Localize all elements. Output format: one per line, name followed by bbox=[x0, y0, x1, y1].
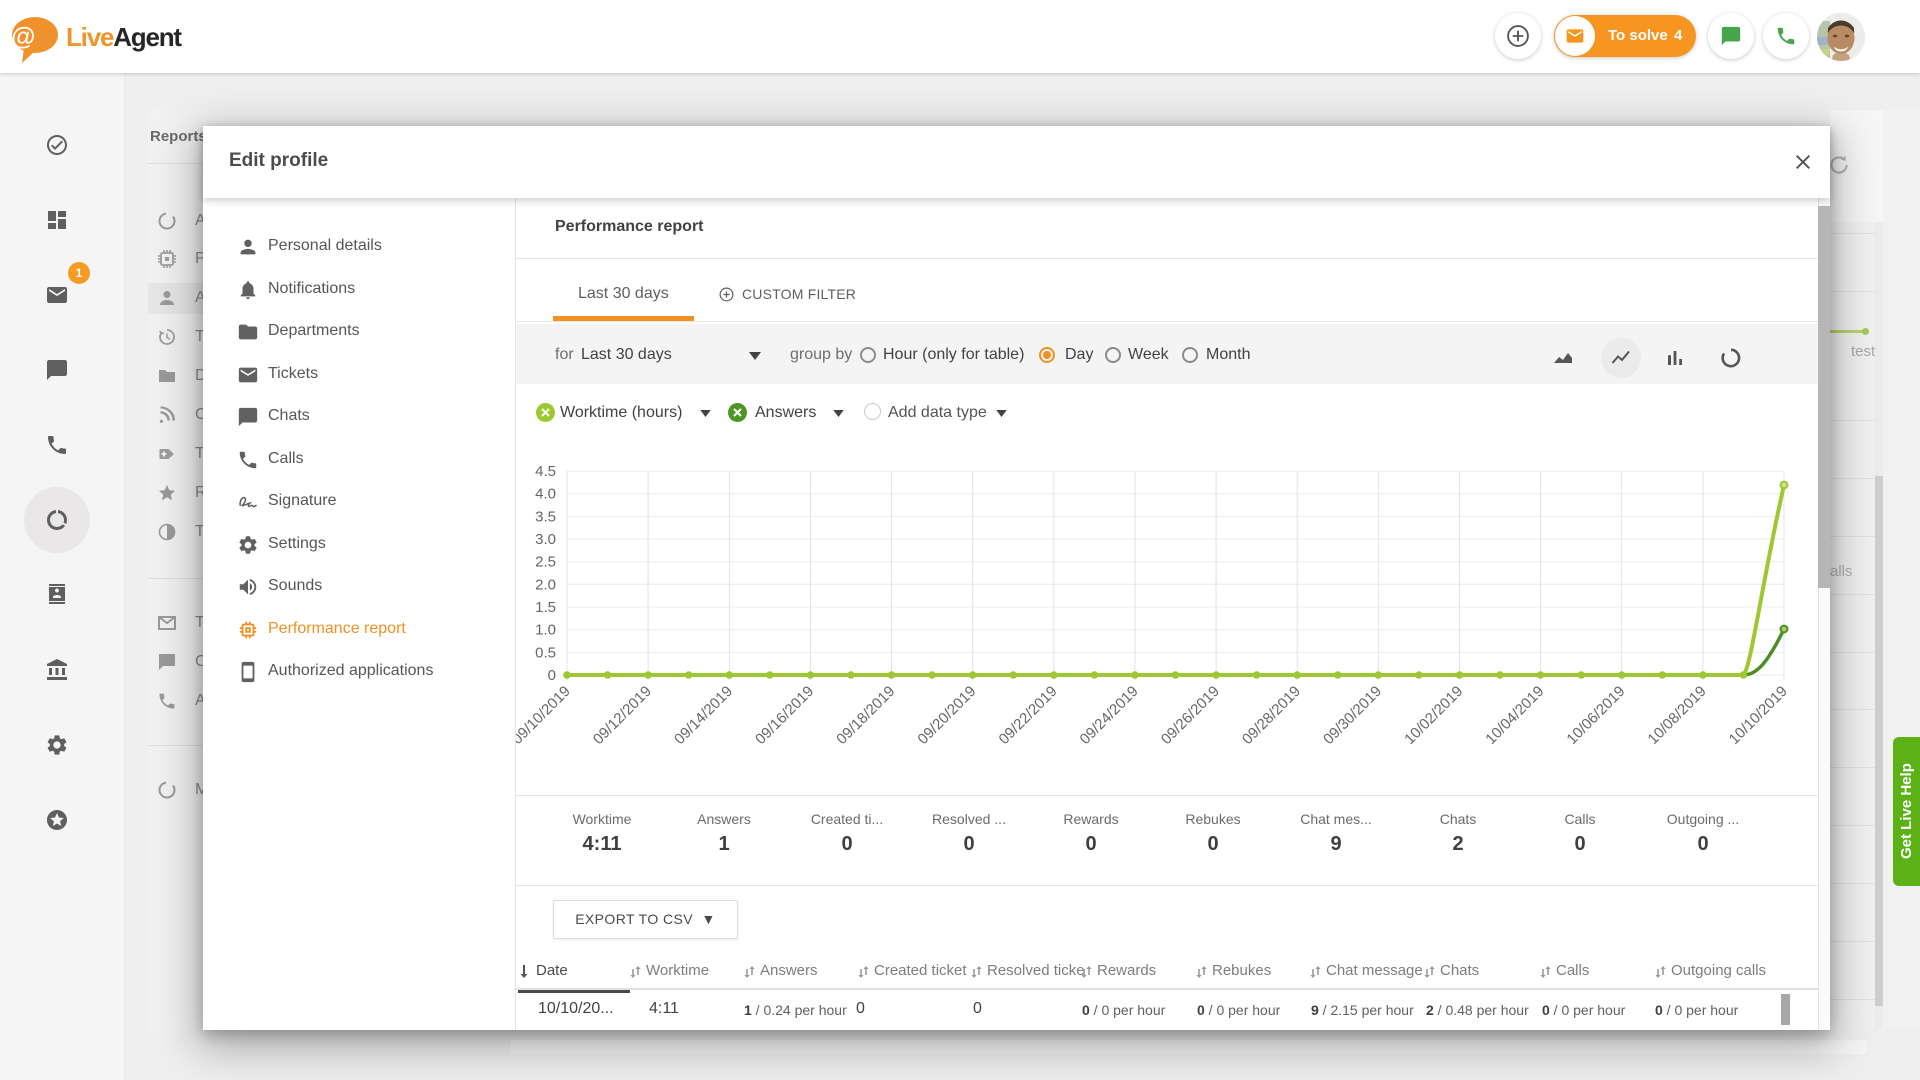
svg-text:09/16/2019: 09/16/2019 bbox=[752, 683, 817, 748]
svg-text:09/12/2019: 09/12/2019 bbox=[590, 683, 655, 748]
svg-text:3.0: 3.0 bbox=[535, 531, 556, 548]
svg-text:@: @ bbox=[11, 23, 35, 51]
svg-text:10/02/2019: 10/02/2019 bbox=[1401, 683, 1466, 748]
svg-text:09/28/2019: 09/28/2019 bbox=[1239, 683, 1304, 748]
svg-text:09/26/2019: 09/26/2019 bbox=[1158, 683, 1223, 748]
svg-text:1.5: 1.5 bbox=[535, 599, 556, 616]
svg-text:10/10/2019: 10/10/2019 bbox=[1726, 683, 1791, 748]
svg-text:4.0: 4.0 bbox=[535, 486, 556, 503]
svg-text:09/30/2019: 09/30/2019 bbox=[1320, 683, 1385, 748]
svg-text:10/06/2019: 10/06/2019 bbox=[1563, 683, 1628, 748]
svg-text:10/08/2019: 10/08/2019 bbox=[1645, 683, 1710, 748]
svg-text:09/24/2019: 09/24/2019 bbox=[1077, 683, 1142, 748]
svg-text:0.5: 0.5 bbox=[535, 644, 556, 661]
svg-text:09/22/2019: 09/22/2019 bbox=[996, 683, 1061, 748]
svg-text:4.5: 4.5 bbox=[535, 463, 556, 480]
svg-text:1.0: 1.0 bbox=[535, 622, 556, 639]
svg-text:09/10/2019: 09/10/2019 bbox=[516, 683, 574, 748]
svg-text:09/18/2019: 09/18/2019 bbox=[833, 683, 898, 748]
svg-text:2.5: 2.5 bbox=[535, 554, 556, 571]
svg-text:2.0: 2.0 bbox=[535, 576, 556, 593]
svg-text:09/20/2019: 09/20/2019 bbox=[914, 683, 979, 748]
svg-text:10/04/2019: 10/04/2019 bbox=[1482, 683, 1547, 748]
svg-text:3.5: 3.5 bbox=[535, 508, 556, 525]
svg-text:09/14/2019: 09/14/2019 bbox=[671, 683, 736, 748]
svg-text:0: 0 bbox=[548, 667, 556, 684]
